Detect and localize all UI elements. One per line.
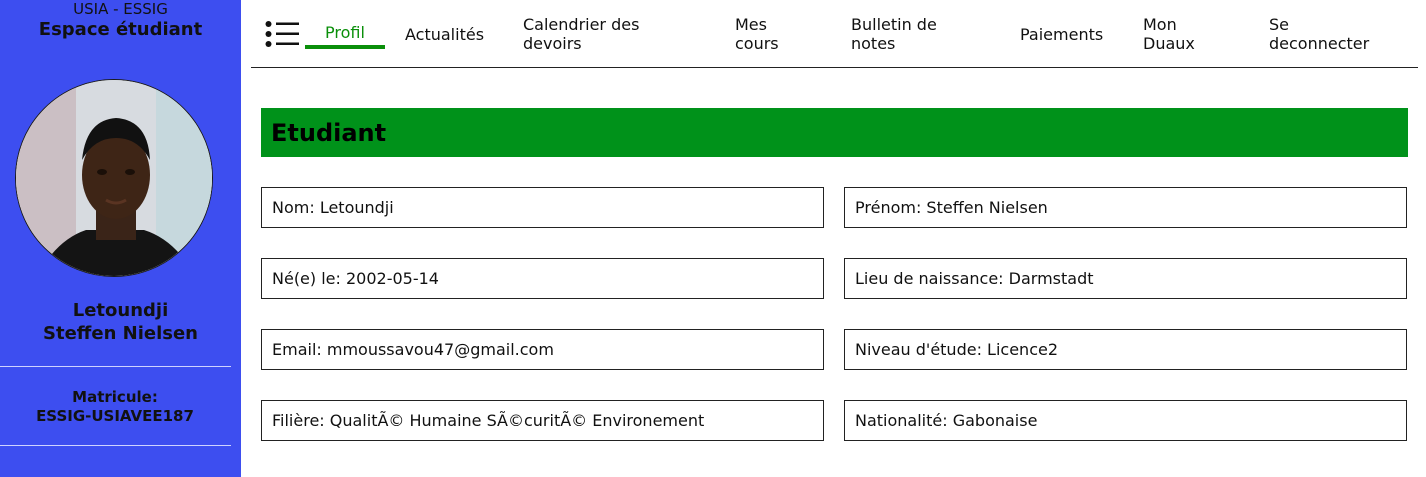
field-lieu-naissance: Lieu de naissance: Darmstadt: [844, 258, 1407, 299]
nav-label: Paiements: [1020, 25, 1104, 44]
matricule-value: ESSIG-USIAVEE187: [36, 407, 194, 425]
sidebar-divider: [0, 445, 231, 446]
nav-bulletin-notes[interactable]: Bulletin de notes: [851, 15, 937, 53]
field-prenom: Prénom: Steffen Nielsen: [844, 187, 1407, 228]
nav-label: Se: [1269, 15, 1289, 34]
nav-label: notes: [851, 34, 896, 53]
sidebar: USIA - ESSIG Espace étudiant Letoundji S…: [0, 0, 241, 477]
student-firstname: Steffen Nielsen: [43, 323, 198, 344]
school-name: USIA - ESSIG: [73, 0, 168, 18]
sidebar-divider: [0, 366, 231, 367]
student-name: Letoundji Steffen Nielsen: [0, 299, 241, 345]
field-date-naissance: Né(e) le: 2002-05-14: [261, 258, 824, 299]
nav-label: Calendrier des: [523, 15, 640, 34]
nav-label: Profil: [325, 23, 365, 42]
field-filiere: Filière: QualitÃ© Humaine SÃ©curitÃ© Env…: [261, 400, 824, 441]
nav-label: Bulletin de: [851, 15, 937, 34]
nav-actualites[interactable]: Actualités: [405, 25, 484, 44]
nav-mon-duaux[interactable]: Mon Duaux: [1143, 15, 1195, 53]
nav-label: devoirs: [523, 34, 582, 53]
field-nom: Nom: Letoundji: [261, 187, 824, 228]
list-menu-icon[interactable]: [265, 21, 299, 47]
student-photo: [16, 80, 212, 276]
active-tab-indicator: [305, 45, 385, 49]
section-header: Etudiant: [261, 108, 1408, 157]
nav-paiements[interactable]: Paiements: [1020, 25, 1103, 44]
nav-mes-cours[interactable]: Mes cours: [735, 15, 779, 53]
nav-se-deconnecter[interactable]: Se deconnecter: [1269, 15, 1369, 53]
avatar: [15, 79, 213, 277]
matricule: Matricule: ESSIG-USIAVEE187: [0, 388, 230, 426]
nav-label: deconnecter: [1269, 34, 1370, 53]
space-title: Espace étudiant: [38, 19, 203, 40]
matricule-label: Matricule:: [72, 388, 158, 406]
nav-profil[interactable]: Profil: [325, 23, 365, 42]
field-nationalite: Nationalité: Gabonaise: [844, 400, 1407, 441]
nav-label: Mon: [1143, 15, 1177, 34]
nav-calendrier-devoirs[interactable]: Calendrier des devoirs: [523, 15, 639, 53]
section-title: Etudiant: [271, 119, 387, 147]
nav-label: cours: [735, 34, 779, 53]
field-niveau-etude: Niveau d'étude: Licence2: [844, 329, 1407, 370]
field-email: Email: mmoussavou47@gmail.com: [261, 329, 824, 370]
nav-label: Mes: [735, 15, 767, 34]
nav-label: Duaux: [1143, 34, 1195, 53]
nav-label: Actualités: [405, 25, 485, 44]
top-navigation: Profil Actualités Calendrier des devoirs…: [251, 0, 1418, 68]
student-lastname: Letoundji: [72, 300, 169, 321]
